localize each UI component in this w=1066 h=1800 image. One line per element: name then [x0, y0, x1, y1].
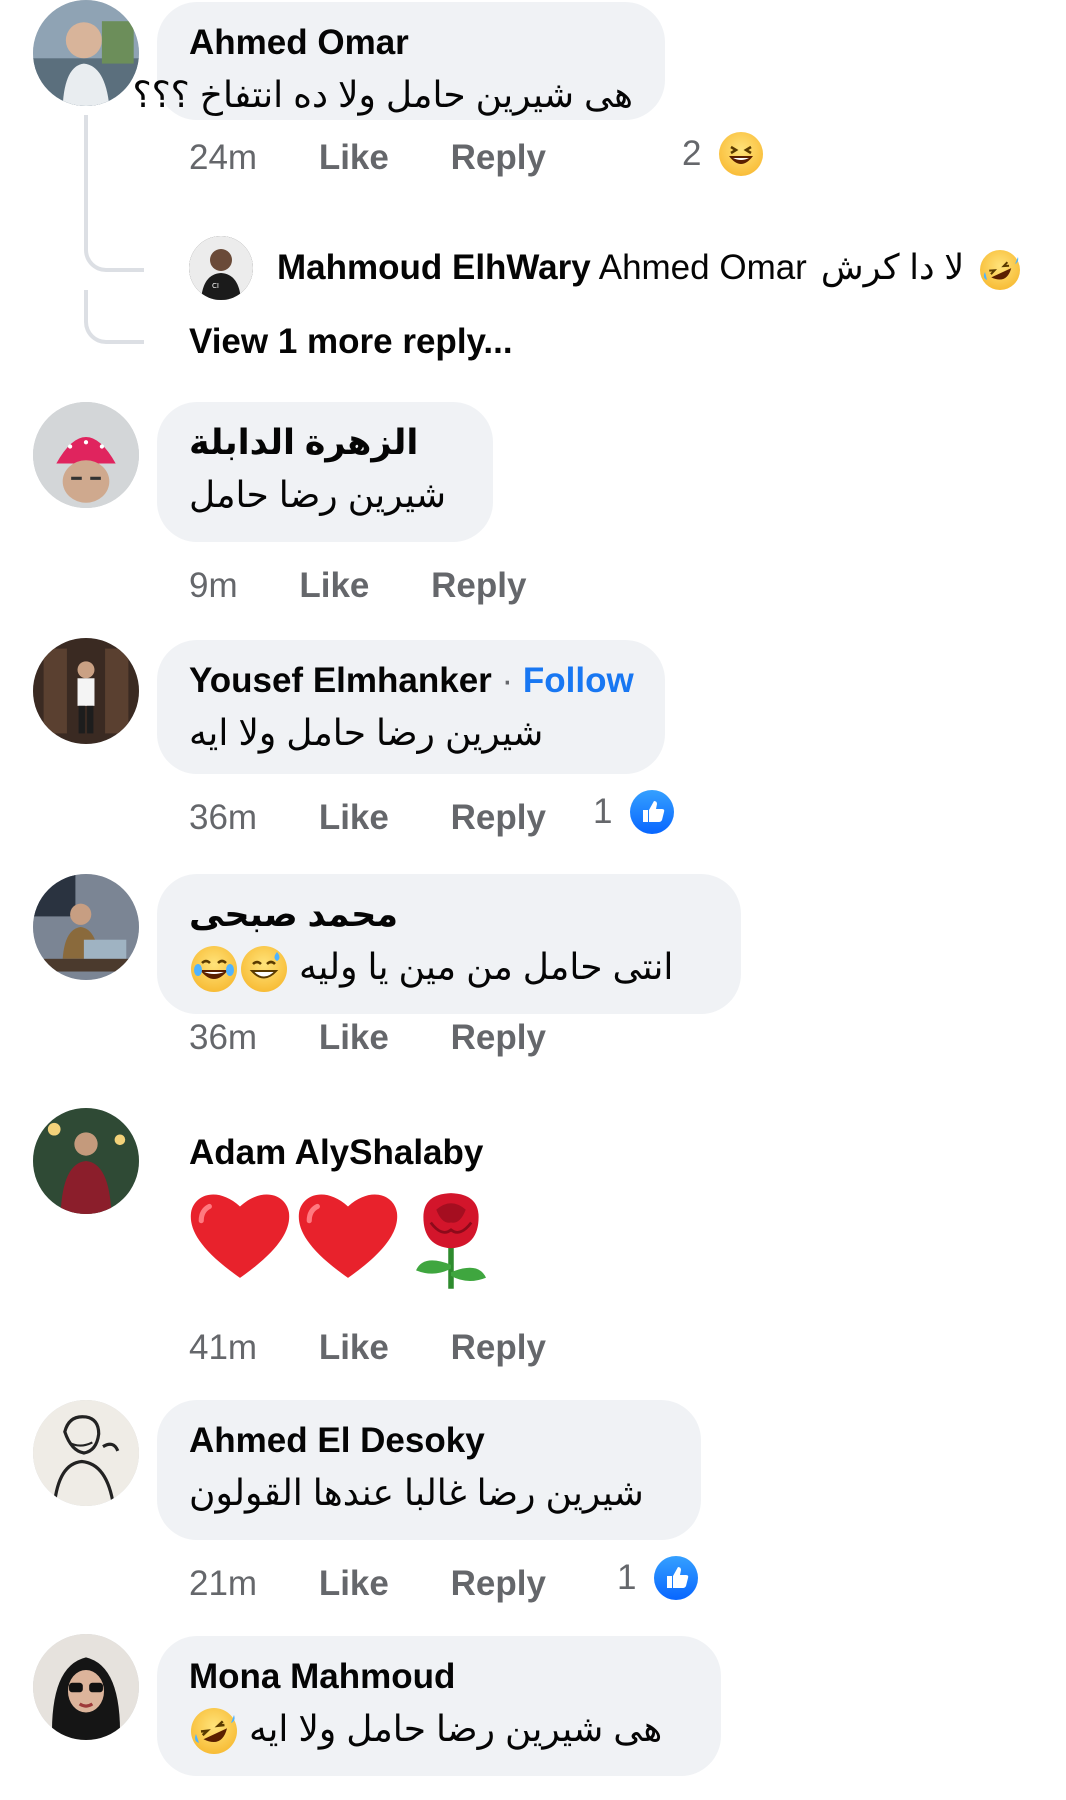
rolling-laughing-emoji-icon [980, 249, 1020, 290]
comment-actions: 36m Like Reply [189, 796, 546, 838]
rose-icon [405, 1188, 497, 1297]
reaction-count: 2 [682, 134, 702, 173]
comment-text: شيرين رضا غالبا عندها القولون [189, 1472, 644, 1513]
comment-text: انتى حامل من مين يا وليه [299, 946, 674, 987]
reaction-summary[interactable]: 1 [593, 790, 675, 834]
reply-mention[interactable]: Ahmed Omar [599, 248, 807, 287]
reaction-summary[interactable]: 1 [617, 1556, 699, 1600]
thread-connector-branch [84, 210, 144, 272]
avatar-mona-mahmoud[interactable] [33, 1634, 139, 1740]
laughing-tears-emoji-icon [191, 946, 237, 993]
avatar-ahmed-el-desoky[interactable] [33, 1400, 139, 1506]
comment-text: شيرين رضا حامل ولا ايه [189, 712, 544, 753]
reply-preview[interactable]: Mahmoud ElhWary Ahmed Omar لا دا كرش [277, 248, 1022, 290]
reply-button[interactable]: Reply [431, 566, 526, 606]
reply-button[interactable]: Reply [451, 1328, 546, 1368]
avatar-mohamed-sobhy[interactable] [33, 874, 139, 980]
red-heart-icon [189, 1188, 291, 1285]
laugh-reaction-icon [719, 132, 764, 176]
comment-bubble: Yousef Elmhanker · Follow شيرين رضا حامل… [157, 640, 665, 774]
comment-author[interactable]: Mona Mahmoud [189, 1656, 689, 1698]
comment-actions: 24m Like Reply [189, 136, 546, 178]
comment-text-line: هى شيرين رضا حامل ولا ايه [189, 1706, 689, 1755]
avatar-mahmoud-elhwary[interactable]: CI [189, 236, 253, 300]
thread-connector-branch [84, 290, 144, 344]
comment-text-line: انتى حامل من مين يا وليه [189, 944, 709, 993]
comment-text: هى شيرين رضا حامل ولا ايه [249, 1708, 663, 1749]
comment-bubble: Ahmed Omar هى شيرين حامل ولا ده انتفاخ ؟… [132, 2, 665, 120]
like-button[interactable]: Like [319, 1018, 389, 1058]
reply-author[interactable]: Mahmoud ElhWary [277, 248, 591, 287]
like-reaction-icon [630, 790, 675, 834]
emoji-only-comment [189, 1188, 503, 1298]
comment-time[interactable]: 36m [189, 798, 257, 838]
view-more-replies-link[interactable]: View 1 more reply... [189, 322, 513, 362]
comment-time[interactable]: 24m [189, 138, 257, 178]
comment-author[interactable]: Ahmed El Desoky [189, 1420, 669, 1462]
comment-author[interactable]: محمد صبحى [189, 894, 709, 936]
svg-text:CI: CI [212, 282, 219, 290]
comment-text: شيرين رضا حامل [189, 474, 447, 515]
like-button[interactable]: Like [319, 798, 389, 838]
comment-bubble: Ahmed El Desoky شيرين رضا غالبا عندها ال… [157, 1400, 701, 1540]
comment-time[interactable]: 9m [189, 566, 238, 606]
red-heart-icon [297, 1188, 399, 1285]
avatar-alzahra[interactable] [33, 402, 139, 508]
reply-button[interactable]: Reply [451, 1018, 546, 1058]
reply-text: لا دا كرش [820, 248, 965, 287]
comment-actions: 21m Like Reply [189, 1562, 546, 1604]
reaction-summary[interactable]: 2 [682, 132, 764, 176]
reply-button[interactable]: Reply [451, 1564, 546, 1604]
comment-actions: 9m Like Reply [189, 564, 526, 606]
comment-time[interactable]: 41m [189, 1328, 257, 1368]
avatar-adam-alyshalaby[interactable] [33, 1108, 139, 1214]
reply-button[interactable]: Reply [451, 138, 546, 178]
like-button[interactable]: Like [319, 1328, 389, 1368]
separator-dot: · [501, 661, 514, 700]
comment-author[interactable]: Ahmed Omar [189, 22, 633, 64]
like-button[interactable]: Like [299, 566, 369, 606]
like-reaction-icon [654, 1556, 699, 1600]
like-button[interactable]: Like [319, 138, 389, 178]
comment-bubble: Mona Mahmoud هى شيرين رضا حامل ولا ايه [157, 1636, 721, 1776]
comment-time[interactable]: 21m [189, 1564, 257, 1604]
comment-time[interactable]: 36m [189, 1018, 257, 1058]
reaction-count: 1 [593, 792, 613, 831]
reply-button[interactable]: Reply [451, 798, 546, 838]
comment-text: هى شيرين حامل ولا ده انتفاخ ؟؟؟ [132, 74, 633, 115]
comment-author[interactable]: الزهرة الدابلة [189, 422, 461, 464]
comment-author[interactable]: Adam AlyShalaby [189, 1132, 483, 1174]
comment-author-line: Yousef Elmhanker · Follow [189, 660, 634, 702]
comment-bubble: الزهرة الدابلة شيرين رضا حامل [157, 402, 493, 542]
reaction-count: 1 [617, 1558, 637, 1597]
comment-actions: 36m Like Reply [189, 1016, 546, 1058]
grinning-sweat-emoji-icon [241, 946, 287, 993]
follow-button[interactable]: Follow [523, 661, 634, 700]
avatar-yousef-elmhanker[interactable] [33, 638, 139, 744]
comment-author[interactable]: Yousef Elmhanker [189, 661, 492, 700]
comment-bubble: محمد صبحى انتى حامل من مين يا وليه [157, 874, 741, 1014]
like-button[interactable]: Like [319, 1564, 389, 1604]
avatar-ahmed-omar[interactable] [33, 0, 139, 106]
rolling-laughing-emoji-icon [191, 1708, 237, 1755]
comment-actions: 41m Like Reply [189, 1326, 546, 1368]
